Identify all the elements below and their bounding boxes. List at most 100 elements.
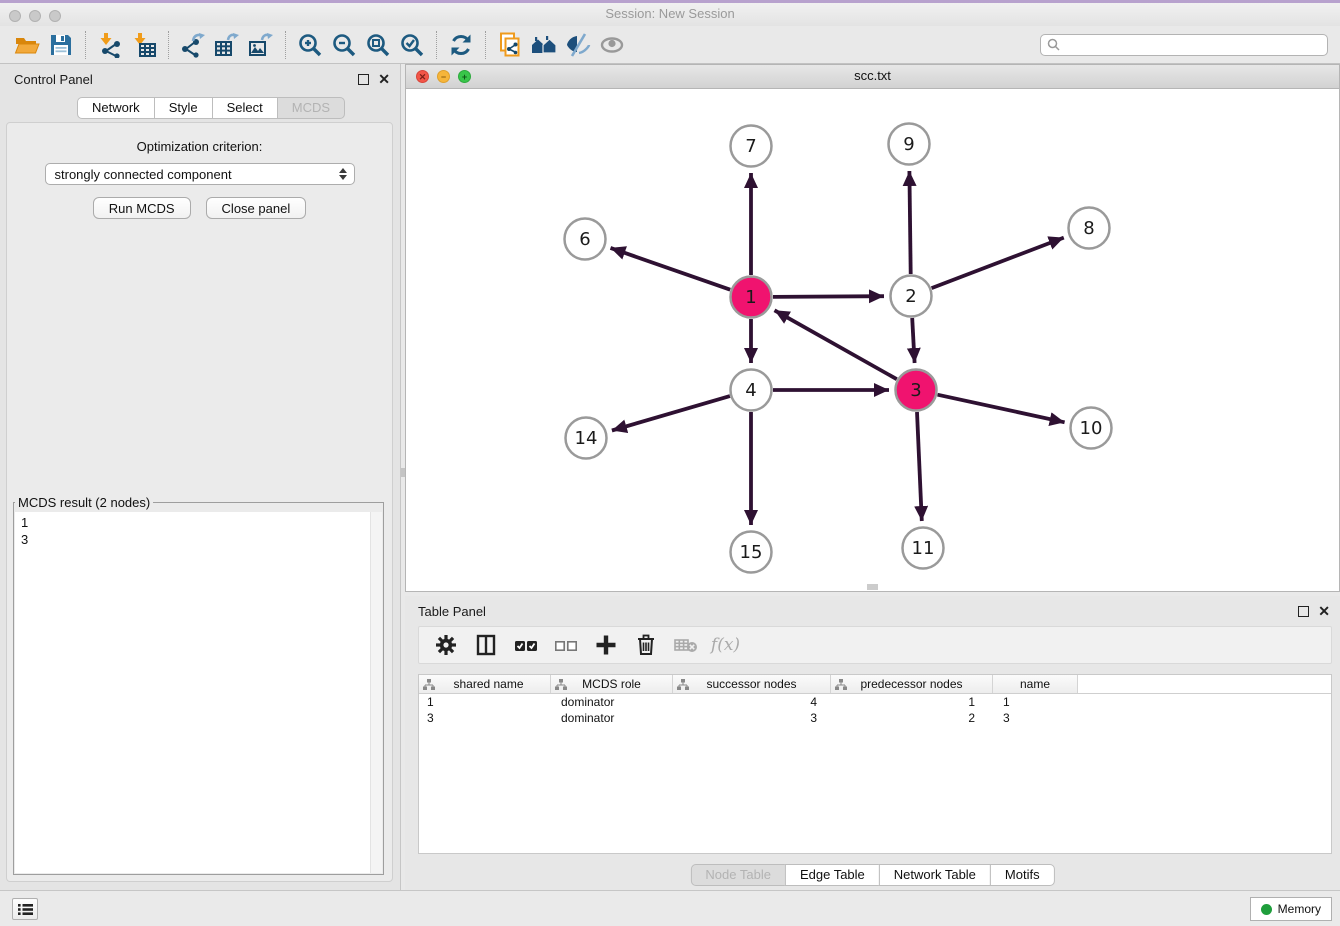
graph-edge-2-8[interactable]	[932, 238, 1064, 289]
close-window-icon[interactable]	[9, 10, 21, 22]
delete-columns-icon[interactable]	[632, 632, 659, 659]
status-bar: Memory	[0, 890, 1340, 926]
cell-successor-nodes[interactable]: 3	[673, 710, 831, 726]
refresh-layout-icon[interactable]	[444, 30, 478, 60]
table-panel: Table Panel ✕	[405, 596, 1340, 890]
float-panel-icon[interactable]	[358, 74, 369, 85]
graph-node-label: 8	[1083, 218, 1094, 239]
minimize-window-icon[interactable]	[29, 10, 41, 22]
copy-network-view-icon[interactable]	[493, 30, 527, 60]
graph-edge-1-2[interactable]	[773, 296, 884, 297]
graph-node-label: 2	[905, 286, 916, 307]
show-graphics-details-icon[interactable]	[595, 30, 629, 60]
search-input[interactable]	[1064, 36, 1327, 54]
network-canvas[interactable]: 7968124314101511	[406, 89, 1339, 591]
tab-select[interactable]: Select	[212, 97, 278, 119]
import-network-icon[interactable]	[93, 30, 127, 60]
column-header-predecessor-nodes[interactable]: predecessor nodes	[831, 675, 993, 693]
tab-motifs[interactable]: Motifs	[990, 864, 1055, 886]
list-icon	[18, 903, 33, 916]
graph-edge-1-6[interactable]	[611, 248, 731, 290]
column-header-shared-name[interactable]: shared name	[419, 675, 551, 693]
control-panel: Control Panel ✕ Network Style Select MCD…	[0, 64, 401, 890]
cell-predecessor-nodes[interactable]: 1	[831, 694, 993, 710]
select-stepper-icon	[339, 168, 347, 180]
resize-handle[interactable]	[867, 584, 878, 590]
graph-edge-3-1[interactable]	[775, 310, 897, 379]
unselect-all-columns-icon[interactable]	[552, 632, 579, 659]
open-session-icon[interactable]	[10, 30, 44, 60]
table-tabs: Node Table Edge Table Network Table Moti…	[690, 864, 1054, 886]
memory-status-icon	[1261, 904, 1272, 915]
graph-node-label: 6	[579, 229, 590, 250]
close-panel-button[interactable]: Close panel	[206, 197, 307, 219]
cell-mcds-role[interactable]: dominator	[551, 694, 673, 710]
close-panel-icon[interactable]: ✕	[378, 74, 390, 85]
export-table-icon[interactable]	[210, 30, 244, 60]
maximize-network-icon[interactable]: +	[458, 70, 471, 83]
mcds-result-title: MCDS result (2 nodes)	[15, 495, 153, 510]
mcds-result-box: MCDS result (2 nodes) 1 3	[13, 495, 384, 875]
control-panel-title: Control Panel	[14, 72, 93, 87]
graph-edge-2-3[interactable]	[912, 318, 914, 363]
cell-name[interactable]: 1	[993, 694, 1078, 710]
zoom-out-icon[interactable]	[327, 30, 361, 60]
graph-edge-3-11[interactable]	[917, 412, 922, 521]
graph-node-label: 10	[1080, 418, 1103, 439]
zoom-in-icon[interactable]	[293, 30, 327, 60]
cell-predecessor-nodes[interactable]: 2	[831, 710, 993, 726]
tab-network[interactable]: Network	[77, 97, 155, 119]
toolbar-separator	[436, 31, 437, 59]
task-history-button[interactable]	[12, 898, 38, 920]
network-overview-icon[interactable]	[527, 30, 561, 60]
criterion-select[interactable]: strongly connected component	[45, 163, 355, 185]
table-row[interactable]: 1 dominator 4 1 1	[419, 694, 1331, 710]
column-header-successor-nodes[interactable]: successor nodes	[673, 675, 831, 693]
result-scrollbar[interactable]	[370, 512, 382, 873]
graph-edge-3-10[interactable]	[938, 395, 1065, 423]
zoom-fit-icon[interactable]	[361, 30, 395, 60]
column-header-name[interactable]: name	[993, 675, 1078, 693]
search-field[interactable]	[1040, 34, 1328, 56]
tab-network-table[interactable]: Network Table	[879, 864, 991, 886]
graph-node-label: 3	[910, 380, 921, 401]
tab-edge-table[interactable]: Edge Table	[785, 864, 880, 886]
tab-node-table[interactable]: Node Table	[690, 864, 786, 886]
table-toolbar: f(x)	[418, 626, 1332, 664]
search-icon	[1047, 38, 1060, 51]
cell-successor-nodes[interactable]: 4	[673, 694, 831, 710]
add-column-icon[interactable]	[592, 632, 619, 659]
toolbar-separator	[285, 31, 286, 59]
zoom-selected-icon[interactable]	[395, 30, 429, 60]
maximize-window-icon[interactable]	[49, 10, 61, 22]
table-row[interactable]: 3 dominator 3 2 3	[419, 710, 1331, 726]
mcds-result-text[interactable]: 1 3	[15, 512, 382, 873]
network-graph: 7968124314101511	[406, 89, 1339, 591]
minimize-network-icon[interactable]: −	[437, 70, 450, 83]
close-table-panel-icon[interactable]: ✕	[1318, 606, 1330, 617]
float-table-panel-icon[interactable]	[1298, 606, 1309, 617]
tab-mcds[interactable]: MCDS	[277, 97, 345, 119]
tab-style[interactable]: Style	[154, 97, 213, 119]
memory-button[interactable]: Memory	[1250, 897, 1332, 921]
settings-icon[interactable]	[432, 632, 459, 659]
graph-edge-2-9[interactable]	[909, 171, 910, 274]
close-network-icon[interactable]: ✕	[416, 70, 429, 83]
export-network-icon[interactable]	[176, 30, 210, 60]
cell-mcds-role[interactable]: dominator	[551, 710, 673, 726]
export-image-icon[interactable]	[244, 30, 278, 60]
memory-label: Memory	[1278, 902, 1321, 916]
column-header-mcds-role[interactable]: MCDS role	[551, 675, 673, 693]
graph-edge-4-14[interactable]	[612, 396, 730, 430]
cell-shared-name[interactable]: 3	[419, 710, 551, 726]
save-session-icon[interactable]	[44, 30, 78, 60]
import-table-icon[interactable]	[127, 30, 161, 60]
run-mcds-button[interactable]: Run MCDS	[93, 197, 191, 219]
hide-graphics-details-icon[interactable]	[561, 30, 595, 60]
column-type-icon	[423, 679, 435, 690]
cell-shared-name[interactable]: 1	[419, 694, 551, 710]
toggle-column-pane-icon[interactable]	[472, 632, 499, 659]
cell-name[interactable]: 3	[993, 710, 1078, 726]
graph-node-label: 14	[575, 428, 598, 449]
select-all-columns-icon[interactable]	[512, 632, 539, 659]
